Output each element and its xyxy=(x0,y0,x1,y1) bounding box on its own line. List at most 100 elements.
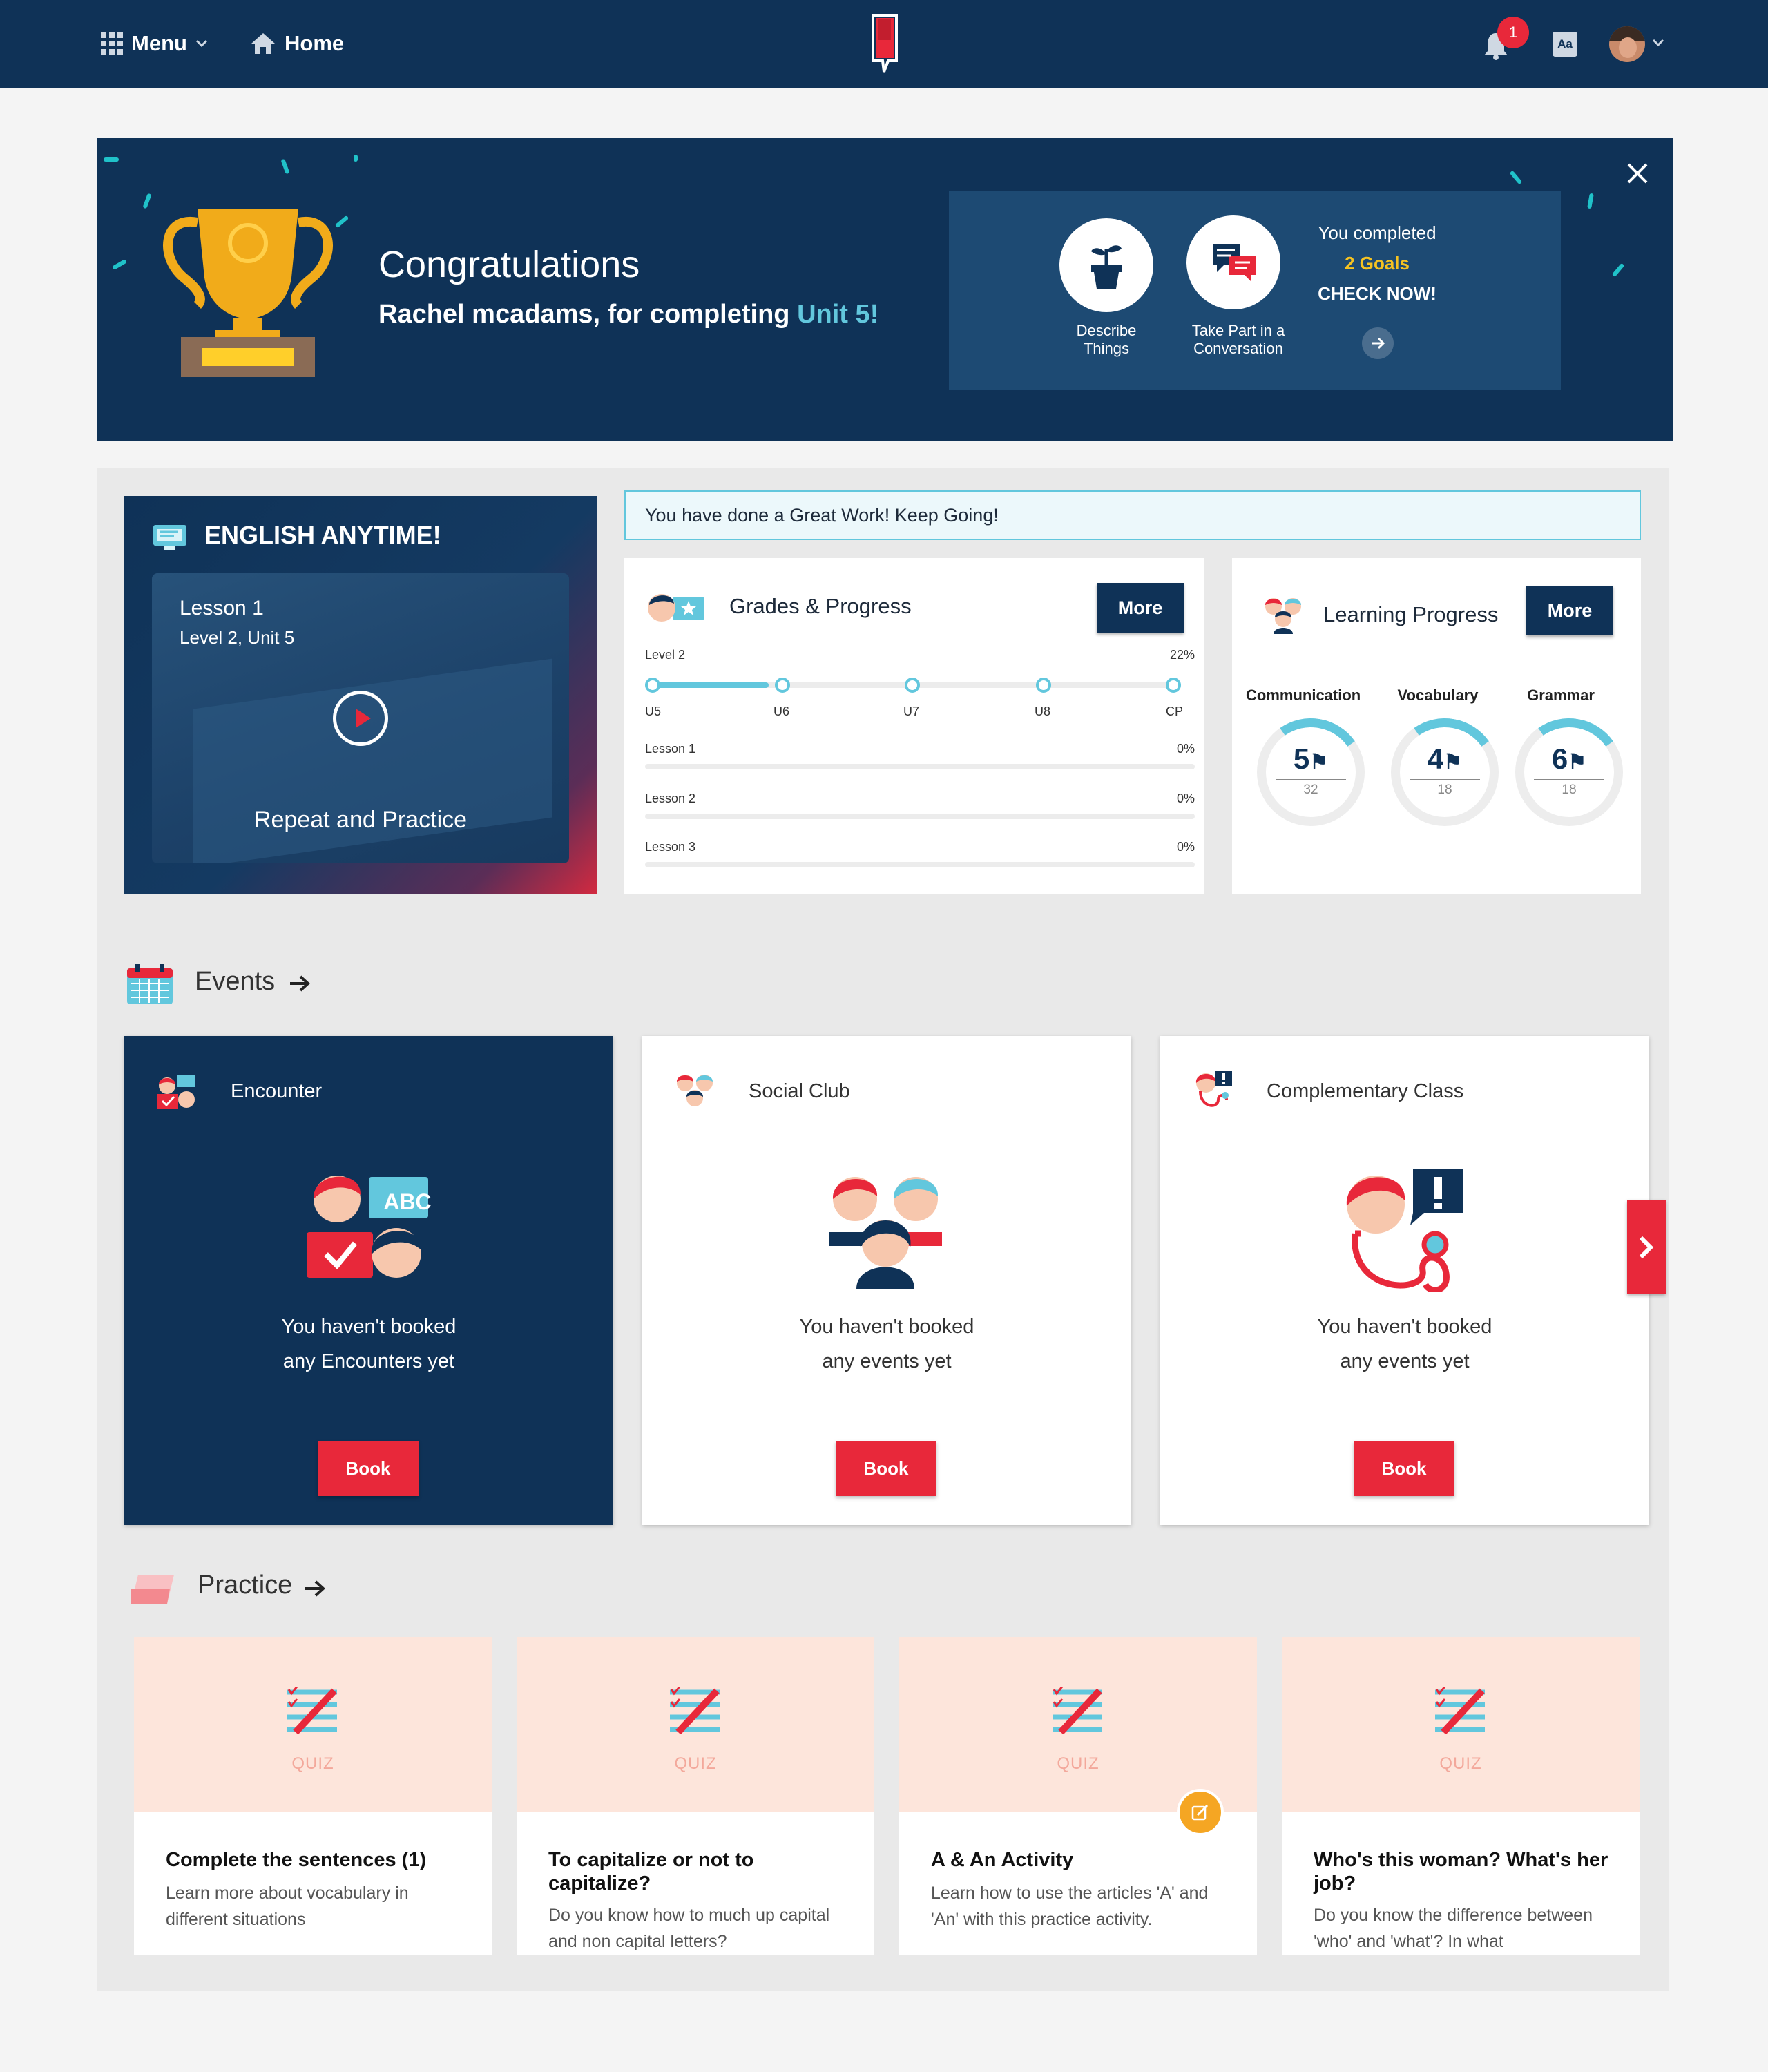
home-label: Home xyxy=(285,31,345,55)
practice-card-title: Who's this woman? What's her job? xyxy=(1314,1849,1608,1894)
confetti-decoration xyxy=(354,155,358,162)
quiz-icon xyxy=(1435,1687,1485,1734)
skill-value: 5⚑ xyxy=(1276,742,1346,780)
grades-progress-card: Grades & Progress More Level 2 22% U5 U6… xyxy=(624,558,1204,894)
skill-progress-ring[interactable]: 6⚑ 18 xyxy=(1506,709,1632,835)
check-now-link[interactable]: CHECK NOW! xyxy=(1294,283,1460,305)
completed-unit: Unit 5! xyxy=(797,300,879,329)
learning-progress-title: Learning Progress xyxy=(1323,602,1499,626)
skill-value: 4⚑ xyxy=(1410,742,1480,780)
event-empty-line: You haven't booked xyxy=(799,1316,974,1338)
goals-panel: Describe Things Take Part in a Conversat… xyxy=(949,191,1561,390)
eraser-icon xyxy=(131,1575,174,1604)
arrow-right-icon[interactable] xyxy=(289,974,311,993)
event-empty-message: You haven't booked any Encounters yet xyxy=(124,1310,613,1379)
avatar[interactable] xyxy=(1609,26,1645,62)
practice-card-title: Complete the sentences (1) xyxy=(166,1849,427,1871)
lesson-video-card[interactable]: Lesson 1 Level 2, Unit 5 Repeat and Prac… xyxy=(152,573,569,863)
flag-icon: ⚑ xyxy=(1309,751,1329,774)
chevron-down-icon xyxy=(195,39,207,48)
practice-heading[interactable]: Practice xyxy=(198,1571,292,1600)
goal-take-part-conversation[interactable] xyxy=(1186,215,1280,309)
grades-title: Grades & Progress xyxy=(729,594,912,618)
notification-count-badge: 1 xyxy=(1497,17,1529,48)
lesson-title: Lesson 1 xyxy=(180,597,264,620)
unit-marker[interactable] xyxy=(1166,678,1181,693)
practice-card-description: Learn how to use the articles 'A' and 'A… xyxy=(931,1883,1209,1929)
event-empty-line: any events yet xyxy=(822,1350,952,1372)
lesson-progress-value: 0% xyxy=(1176,742,1195,756)
practice-card-title: To capitalize or not to capitalize? xyxy=(548,1849,754,1894)
practice-card[interactable]: QUIZ A & An Activity Learn how to use th… xyxy=(899,1637,1257,1955)
grades-more-button[interactable]: More xyxy=(1097,583,1184,633)
skill-value: 6⚑ xyxy=(1534,742,1604,780)
arrow-right-icon[interactable] xyxy=(304,1579,326,1598)
event-empty-line: any Encounters yet xyxy=(282,1350,455,1372)
event-card-social-club: Social Club You haven't booked any event… xyxy=(642,1036,1131,1525)
play-icon xyxy=(356,709,371,728)
font-size-button[interactable]: Aa xyxy=(1553,32,1577,57)
goal-describe-things[interactable] xyxy=(1059,218,1153,312)
practice-card-description: Do you know how to much up capital and n… xyxy=(548,1906,830,1951)
practice-card[interactable]: QUIZ To capitalize or not to capitalize?… xyxy=(517,1637,874,1955)
learning-more-button[interactable]: More xyxy=(1526,586,1613,635)
learning-progress-card: Learning Progress More Communication Voc… xyxy=(1232,558,1641,894)
skill-total: 32 xyxy=(1303,783,1318,797)
practice-card[interactable]: QUIZ Complete the sentences (1) Learn mo… xyxy=(134,1637,492,1955)
confetti-decoration xyxy=(1587,193,1594,209)
social-club-icon xyxy=(677,1075,713,1106)
flag-icon: ⚑ xyxy=(1568,751,1587,774)
practice-card-header: QUIZ xyxy=(517,1637,874,1812)
grades-icon xyxy=(648,594,704,622)
practice-card[interactable]: QUIZ Who's this woman? What's her job? D… xyxy=(1282,1637,1640,1955)
practice-card-header: QUIZ xyxy=(899,1637,1257,1812)
encounter-icon xyxy=(157,1075,195,1109)
book-social-club-button[interactable]: Book xyxy=(836,1441,936,1496)
app-logo[interactable] xyxy=(867,12,902,76)
complementary-class-illustration xyxy=(1346,1169,1463,1292)
edit-badge[interactable] xyxy=(1177,1789,1224,1836)
goals-count: 2 Goals xyxy=(1345,253,1410,274)
goals-arrow-button[interactable] xyxy=(1362,327,1394,359)
repeat-practice-label[interactable]: Repeat and Practice xyxy=(152,807,569,834)
event-empty-message: You haven't booked any events yet xyxy=(642,1310,1131,1379)
complementary-class-icon xyxy=(1195,1071,1232,1107)
events-next-button[interactable] xyxy=(1627,1200,1666,1294)
plant-icon xyxy=(1091,245,1122,289)
practice-card-header: QUIZ xyxy=(134,1637,492,1812)
unit-marker[interactable] xyxy=(645,678,660,693)
lesson-progress-track xyxy=(645,862,1195,867)
play-button[interactable] xyxy=(333,691,388,746)
skill-progress-ring[interactable]: 5⚑ 32 xyxy=(1248,709,1374,835)
book-encounter-button[interactable]: Book xyxy=(318,1441,419,1496)
book-complementary-class-button[interactable]: Book xyxy=(1354,1441,1454,1496)
lesson-progress-value: 0% xyxy=(1176,792,1195,805)
chevron-down-icon[interactable] xyxy=(1652,39,1664,47)
events-heading[interactable]: Events xyxy=(195,967,275,997)
event-empty-message: You haven't booked any events yet xyxy=(1160,1310,1649,1379)
lesson-progress-value: 0% xyxy=(1176,840,1195,854)
flag-icon: ⚑ xyxy=(1443,751,1463,774)
event-card-encounter: Encounter ABC You haven't booked any Enc… xyxy=(124,1036,613,1525)
skill-total: 18 xyxy=(1562,783,1577,797)
close-icon[interactable] xyxy=(1626,162,1649,185)
lesson-progress-track xyxy=(645,764,1195,769)
skill-progress-ring[interactable]: 4⚑ 18 xyxy=(1382,709,1508,835)
event-empty-line: You haven't booked xyxy=(281,1316,457,1338)
skill-name: Vocabulary xyxy=(1397,687,1479,704)
lesson-level: Level 2, Unit 5 xyxy=(180,627,295,648)
unit-marker[interactable] xyxy=(1036,678,1051,693)
encouragement-notice: You have done a Great Work! Keep Going! xyxy=(624,490,1641,540)
menu-button[interactable]: Menu xyxy=(101,26,208,61)
confetti-decoration xyxy=(142,193,152,209)
quiz-icon xyxy=(287,1687,337,1734)
unit-marker[interactable] xyxy=(775,678,790,693)
practice-card-title: A & An Activity xyxy=(931,1849,1074,1871)
unit-marker[interactable] xyxy=(905,678,920,693)
congratulations-title: Congratulations xyxy=(378,244,640,285)
home-icon xyxy=(251,33,275,54)
home-link[interactable]: Home xyxy=(250,26,344,61)
lesson-progress-label: Lesson 2 xyxy=(645,792,696,805)
confetti-decoration xyxy=(280,158,290,175)
goal-label: Describe Things xyxy=(1076,322,1137,357)
